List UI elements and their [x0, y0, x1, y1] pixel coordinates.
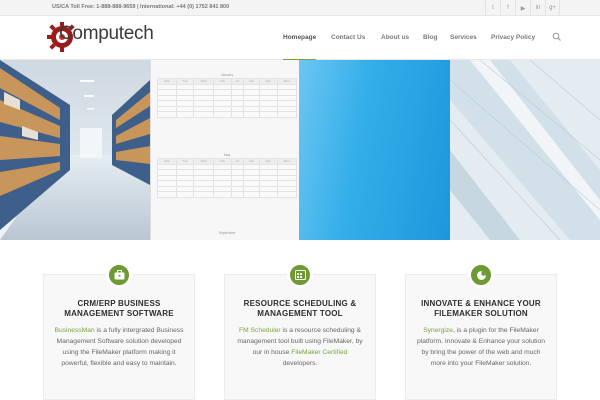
- service-title: INNOVATE & ENHANCE YOUR FILEMAKER SOLUTIO…: [421, 299, 541, 318]
- youtube-icon[interactable]: ▶: [515, 0, 530, 16]
- blue-panel-image: [299, 60, 450, 240]
- service-description: BusinessMan is a fully intergrated Busin…: [54, 327, 184, 367]
- services-section: CRM/ERP BUSINESS MANAGEMENT SOFTWARE Busi…: [0, 240, 600, 400]
- phone-numbers: US/CA Toll Free: 1-888-888-9659 | Intern…: [52, 4, 230, 10]
- top-bar: US/CA Toll Free: 1-888-888-9659 | Intern…: [0, 0, 600, 16]
- twitter-icon[interactable]: t: [485, 0, 500, 16]
- service-description: Synergize, is a plugin for the FileMaker…: [417, 327, 545, 367]
- fm-scheduler-link[interactable]: FM Scheduler: [239, 327, 281, 334]
- synergize-link[interactable]: Synergize: [423, 327, 453, 334]
- linkedin-icon[interactable]: in: [530, 0, 545, 16]
- nav-homepage[interactable]: Homepage: [283, 16, 317, 61]
- site-header: Computech Homepage Contact Us About us B…: [0, 16, 600, 61]
- facebook-icon[interactable]: f: [500, 0, 515, 16]
- search-icon[interactable]: [552, 32, 562, 42]
- nav-blog[interactable]: Blog: [423, 16, 437, 60]
- service-title: CRM/ERP BUSINESS MANAGEMENT SOFTWARE: [64, 299, 174, 318]
- service-card-crm: CRM/ERP BUSINESS MANAGEMENT SOFTWARE Busi…: [43, 262, 195, 400]
- service-card-synergize: INNOVATE & ENHANCE YOUR FILEMAKER SOLUTIO…: [405, 262, 557, 400]
- main-nav: Homepage Contact Us About us Blog Servic…: [0, 16, 600, 61]
- service-card-scheduler: RESOURCE SCHEDULING & MANAGEMENT TOOL FM …: [224, 262, 376, 400]
- service-title: RESOURCE SCHEDULING & MANAGEMENT TOOL: [243, 299, 357, 318]
- hero-slider[interactable]: January Mon Tue Wed Thu Fri Sat Sun Mon May Mon…: [0, 60, 600, 240]
- glass-building-image: [450, 60, 600, 240]
- nav-privacy-policy[interactable]: Privacy Policy: [491, 16, 535, 60]
- calendar-month-september: September: [218, 231, 236, 235]
- nav-services[interactable]: Services: [450, 16, 477, 60]
- nav-about-us[interactable]: About us: [381, 16, 409, 60]
- calendar-month-may: May Mon Tue Wed Thu Fri Sat Sun Mon: [156, 152, 298, 198]
- businessman-link[interactable]: BusinessMan: [55, 327, 95, 334]
- googleplus-icon[interactable]: g+: [545, 0, 560, 16]
- service-description: FM Scheduler is a resource scheduling & …: [237, 327, 363, 367]
- warehouse-image: [0, 60, 150, 240]
- calendar-month-january: January Mon Tue Wed Thu Fri Sat Sun Mon: [156, 72, 298, 118]
- filemaker-certified-link[interactable]: FileMaker Certified: [291, 349, 347, 356]
- briefcase-icon: [106, 262, 132, 288]
- nav-contact-us[interactable]: Contact Us: [331, 16, 365, 60]
- social-links: t f ▶ in g+: [485, 0, 560, 16]
- calendar-image: January Mon Tue Wed Thu Fri Sat Sun Mon May Mon…: [150, 60, 299, 240]
- pie-chart-icon: [468, 262, 494, 288]
- calendar-icon: [287, 262, 313, 288]
